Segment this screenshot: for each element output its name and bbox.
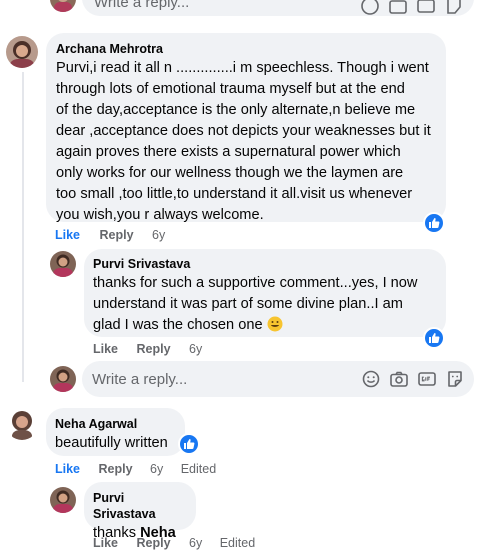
reply-input-top[interactable] (94, 0, 314, 12)
camera-icon[interactable] (388, 0, 408, 16)
avatar-purvi[interactable] (50, 251, 76, 277)
avatar-neha[interactable] (6, 408, 38, 440)
comment-text: thanks for such a supportive comment...y… (93, 273, 436, 339)
sticker-icon[interactable] (445, 369, 465, 389)
comment-text: beautifully written (55, 435, 168, 451)
avatar-purvi[interactable] (50, 487, 76, 513)
reply-box[interactable] (82, 361, 474, 397)
like-action[interactable]: Like (93, 342, 118, 356)
comment-author[interactable]: Archana Mehrotra (56, 41, 434, 57)
comment-author[interactable]: Neha Agarwal (55, 416, 175, 432)
thread-connector (22, 72, 24, 382)
like-action[interactable]: Like (55, 228, 80, 242)
avatar-current-user[interactable] (50, 366, 76, 392)
reply-action[interactable]: Reply (137, 342, 171, 356)
comment-age[interactable]: 6y (189, 342, 202, 356)
avatar-purvi-top[interactable] (50, 0, 76, 12)
edited-label[interactable]: Edited (220, 536, 255, 550)
gif-icon[interactable] (416, 0, 436, 16)
edited-label[interactable]: Edited (181, 462, 216, 476)
thumbs-up-icon (184, 439, 195, 449)
like-action[interactable]: Like (93, 536, 118, 550)
gif-icon[interactable] (417, 369, 437, 389)
comment-age[interactable]: 6y (150, 462, 163, 476)
comment-age[interactable]: 6y (189, 536, 202, 550)
comment-bubble-neha: Neha Agarwal beautifully written (46, 408, 185, 456)
comment-age[interactable]: 6y (152, 228, 165, 242)
comment-actions-archana: Like Reply 6y (55, 227, 165, 243)
sticker-icon[interactable] (444, 0, 464, 16)
comment-bubble-purvi: Purvi Srivastava thanks for such a suppo… (84, 249, 446, 337)
reply-action[interactable]: Reply (100, 228, 134, 242)
reply-box-top[interactable] (82, 0, 474, 16)
reply-action[interactable]: Reply (99, 462, 133, 476)
thumbs-up-icon (429, 333, 440, 343)
comment-text: Purvi,i read it all n ..............i m … (56, 60, 431, 223)
comment-bubble-archana: Archana Mehrotra Purvi,i read it all n .… (46, 33, 446, 223)
comment-actions-purvi-thanks: Like Reply 6y Edited (93, 535, 255, 551)
camera-icon[interactable] (389, 369, 409, 389)
reply-input[interactable] (92, 369, 322, 389)
comment-author[interactable]: Purvi Srivastava (93, 256, 436, 272)
comment-bubble-purvi-thanks: Purvi Srivastava thanks Neha (84, 482, 196, 541)
reaction-like-badge[interactable] (178, 433, 200, 455)
avatar-archana[interactable] (6, 36, 38, 68)
like-action[interactable]: Like (55, 462, 80, 476)
smiley-icon[interactable] (360, 0, 380, 16)
comment-author[interactable]: Purvi Srivastava (93, 490, 186, 522)
comment-actions-purvi: Like Reply 6y (93, 341, 202, 357)
reaction-like-badge[interactable] (423, 212, 445, 234)
smiley-icon[interactable] (361, 369, 381, 389)
comment-actions-neha: Like Reply 6y Edited (55, 461, 216, 477)
reaction-like-badge[interactable] (423, 327, 445, 349)
thumbs-up-icon (429, 218, 440, 228)
grinning-emoji (267, 316, 283, 339)
reply-action[interactable]: Reply (137, 536, 171, 550)
